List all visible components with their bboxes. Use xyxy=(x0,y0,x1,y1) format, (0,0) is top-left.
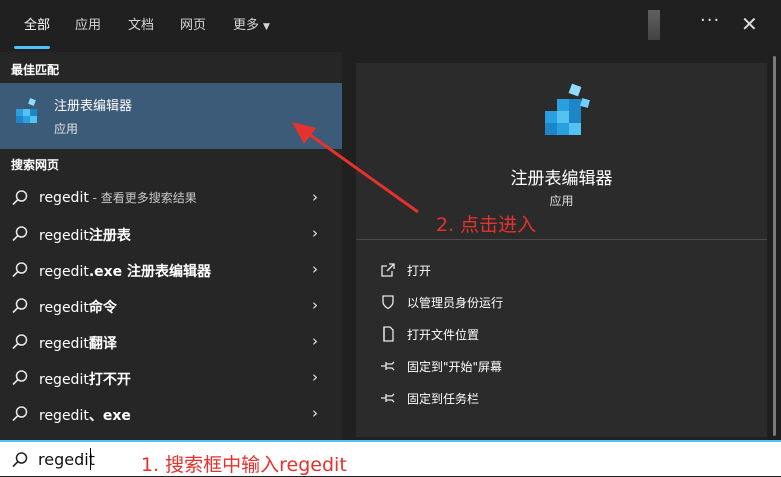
annotation-step-2: 2. 点击进入 xyxy=(436,214,537,236)
annotation-step-1: 1. 搜索框中输入regedit xyxy=(141,454,347,476)
annotation-arrow xyxy=(292,122,419,214)
